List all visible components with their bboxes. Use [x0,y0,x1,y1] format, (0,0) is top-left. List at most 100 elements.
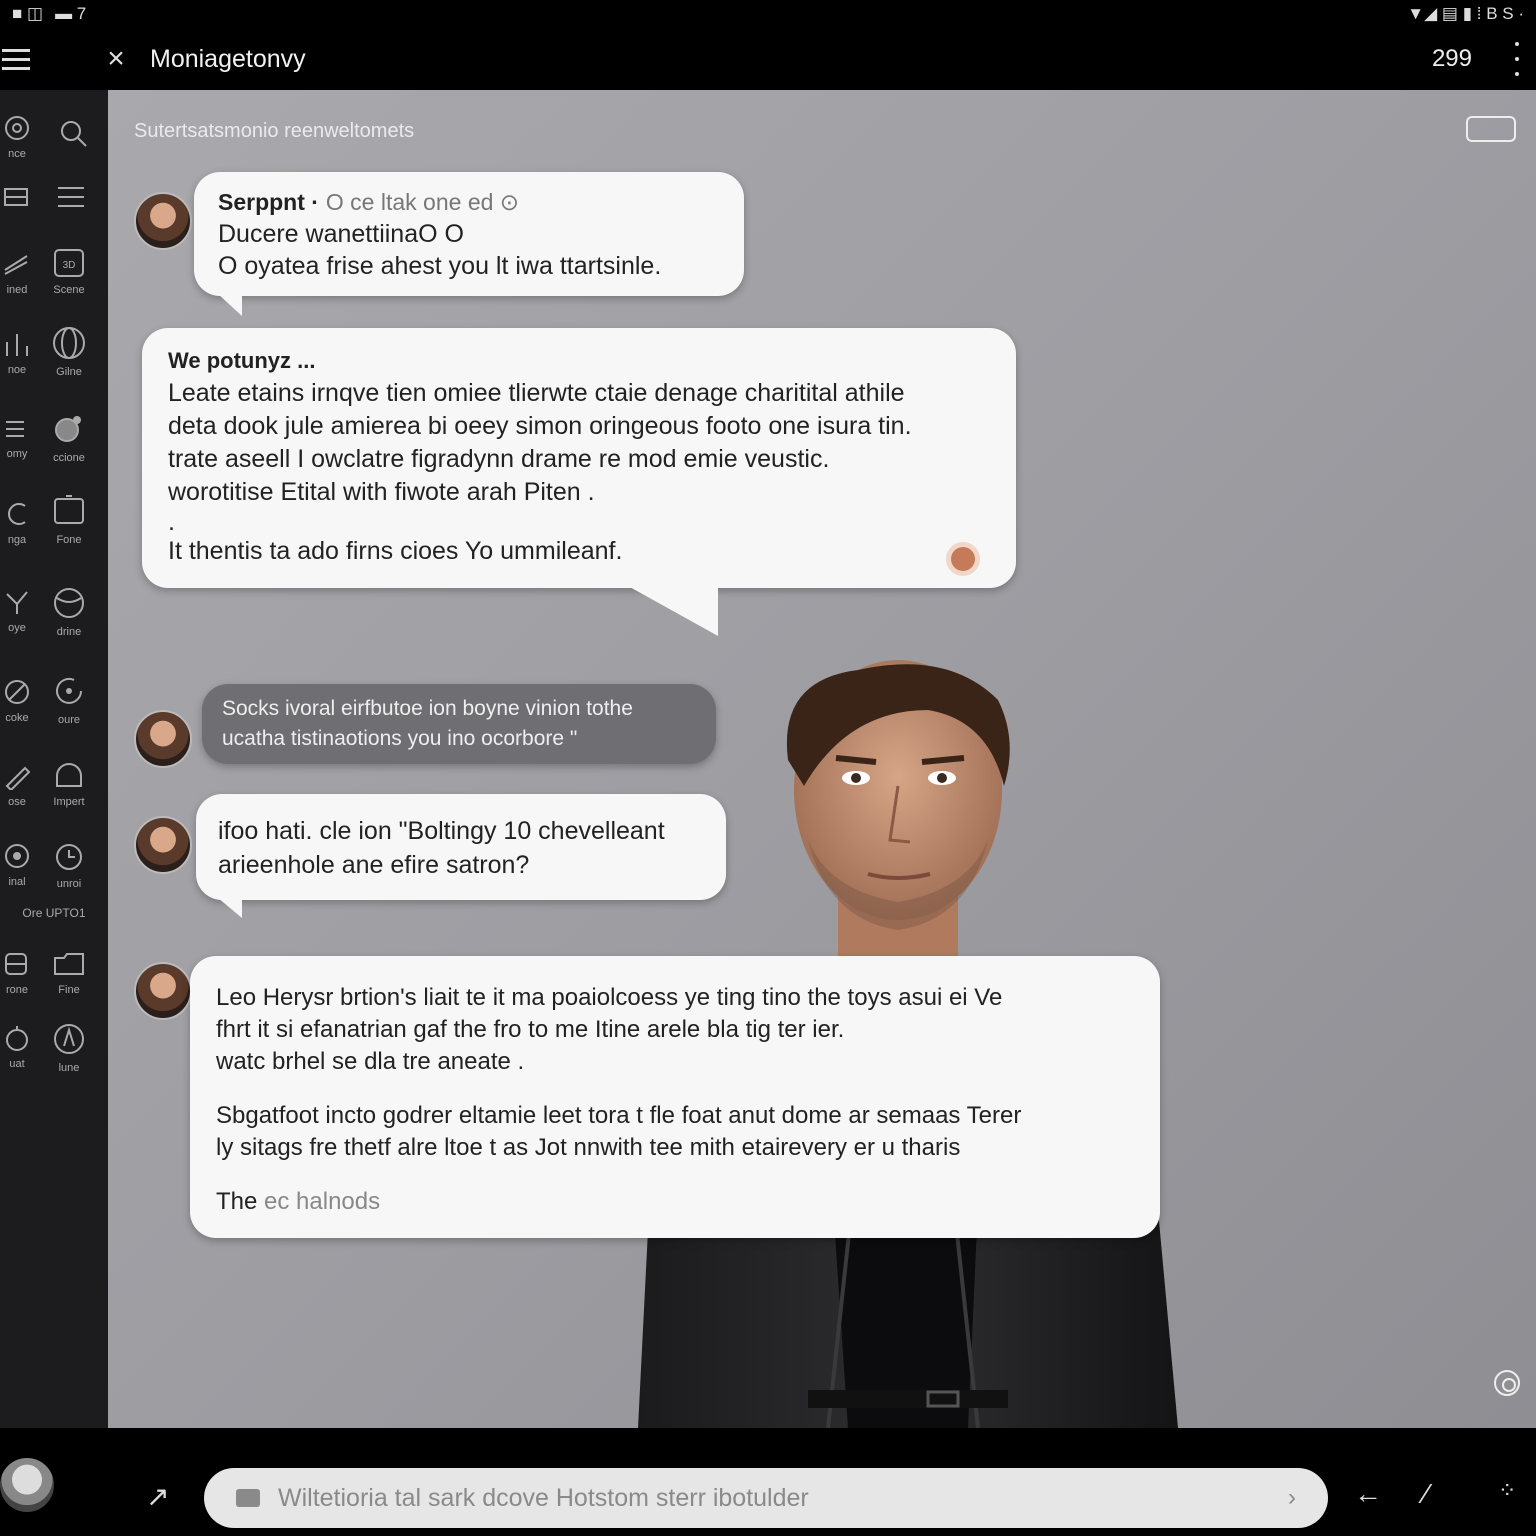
sidebar-item-4[interactable] [44,182,98,218]
sidebar-item-label: Impert [53,796,85,808]
message-count: 299 [1431,45,1472,72]
avatar[interactable] [134,710,192,768]
sidebar-item-10[interactable]: ccione [42,412,96,464]
hamburger-menu-icon[interactable] [0,37,44,81]
sidebar-item-12[interactable]: Fone [42,494,96,546]
sidebar-item-23[interactable]: Fine [42,950,96,996]
sidebar-item-label: Scene [53,284,85,296]
message-bubble-4[interactable]: ifoo hati. cle ion "Boltingy 10 chevelle… [196,794,726,900]
sidebar-item-label: ose [8,796,26,808]
message-line: Leo Herysr brtion's liait te it ma poaio… [216,984,1003,1011]
message-line: ly sitags fre thetf alre ltoe t as Jot n… [216,1134,961,1161]
bus-icon [5,953,27,975]
edit-icon[interactable]: ⁄ [1424,1478,1429,1510]
message-bubble-5[interactable]: Leo Herysr brtion's liait te it ma poaio… [190,956,1160,1238]
sidebar-item-3[interactable] [0,186,44,214]
key-icon [6,591,28,614]
message-line: It thentis ta ado firns cioes Yo ummilea… [168,537,623,565]
conversation-header: Sutertsatsmonio reenweltomets [134,120,415,142]
sidebar-item-7[interactable]: noe [0,330,44,376]
view-toggle-icon[interactable] [1466,116,1516,142]
sidebar-item-label: Fone [56,534,82,546]
sidebar-item-label: uat [9,1058,25,1070]
sidebar-item-18[interactable]: Impert [42,760,96,808]
settings-icon[interactable] [1494,1370,1520,1396]
ball-icon [54,588,84,618]
avatar[interactable] [134,962,192,1020]
sidebar-item-label: ined [6,284,28,296]
sidebar-item-label: nga [7,534,27,546]
reaction-icon[interactable] [946,542,980,576]
sidebar-item-20[interactable]: unroi [42,842,96,890]
message-input-placeholder: Wiltetioria tal sark dcove Hotstom sterr… [278,1483,809,1512]
chevron-right-icon[interactable]: › [1288,1484,1296,1512]
sidebar-item-21[interactable]: Ore UPTO1 [4,906,104,920]
message-line: Socks ivoral eirfbutoe ion boyne vinion … [222,697,633,720]
status-left-1: ■ ◫ [12,4,44,23]
message-bubble-2[interactable]: We potunyz ... Leate etains irnqve tien … [142,328,1016,588]
sidebar-item-label: coke [5,712,29,724]
sidebar-item-label: oye [8,622,26,634]
sidebar-item-5[interactable]: ined [0,250,44,296]
message-bubble-1[interactable]: Serppnt · O ce ltak one ed ⊙ Ducere wane… [194,172,744,296]
sidebar-item-1[interactable]: nce [0,114,44,160]
sidebar-item-label: Fine [58,984,80,996]
sidebar-item-6[interactable]: 3D Scene [42,248,96,296]
sidebar-item-8[interactable]: Gilne [42,326,96,378]
sidebar-item-19[interactable]: inal [0,842,44,888]
message-line-faded: ec halnods [257,1188,381,1215]
message-line: fhrt it si efanatrian gaf the fro to me … [216,1016,845,1043]
message-line: worotitise Etital with fiwote arah Piten… [168,478,595,506]
clip-icon [8,503,26,525]
more-options-icon[interactable] [1512,42,1522,76]
sidebar-item-2[interactable] [46,118,100,154]
sidebar-item-11[interactable]: nga [0,500,44,546]
compass-icon [54,1024,84,1054]
pen-icon [5,766,31,790]
message-line: watc brhel se dla tre aneate . [216,1048,525,1075]
globe-icon [53,327,85,359]
conversation-area[interactable]: Sutertsatsmonio reenweltomets Serppnt · … [108,90,1536,1428]
camera-icon[interactable] [236,1489,260,1507]
pen-tool-icon[interactable]: ↗ [146,1480,169,1513]
avatar[interactable] [134,816,192,874]
avatar[interactable] [134,192,192,250]
sidebar-item-9[interactable]: omy [0,416,44,460]
sidebar-item-label: Gilne [56,366,82,378]
close-icon[interactable]: × [96,39,136,79]
sidebar-item-label: oure [57,714,81,726]
stack-icon [4,255,28,275]
sidebar-item-15[interactable]: coke [0,678,44,724]
back-arrow-icon[interactable]: ← [1354,1478,1382,1510]
bubble-tail [218,294,242,316]
sidebar-item-label: ccione [53,452,85,464]
sidebar-item-17[interactable]: ose [0,762,44,808]
sidebar-item-24[interactable]: uat [0,1024,44,1070]
sidebar-item-label: omy [6,448,28,460]
sidebar-item-label: rone [5,984,29,996]
sidebar-item-label: noe [7,364,27,376]
sidebar: nce ined 3D Scene noe Gilne omy ccione n… [0,90,108,1428]
frame-icon: 3D [54,249,84,277]
timer-icon [6,1026,28,1051]
message-input[interactable]: Wiltetioria tal sark dcove Hotstom sterr… [204,1468,1328,1528]
sidebar-item-label: Ore UPTO1 [22,906,86,920]
sidebar-item-16[interactable]: oure [42,674,96,726]
message-line: Leate etains irnqve tien omiee tlierwte … [168,379,905,407]
sidebar-item-14[interactable]: drine [42,586,96,638]
svg-text:3D: 3D [63,260,76,271]
user-avatar[interactable] [0,1458,54,1512]
sidebar-item-25[interactable]: lune [42,1022,96,1074]
bird-icon [55,416,81,442]
sender-name: Serppnt · [218,189,319,215]
message-line: O oyatea frise ahest you lt iwa ttartsin… [218,252,662,280]
clock-icon [56,844,82,870]
sidebar-item-13[interactable]: oye [0,588,44,634]
bag-icon [56,763,82,787]
message-bubble-3[interactable]: Socks ivoral eirfbutoe ion boyne vinion … [202,684,716,764]
message-line: deta dook jule amierea bi oeey simon ori… [168,412,912,440]
message-line: arieenhole ane efire satron? [218,851,530,879]
message-line: Ducere wanettiinaO O [218,220,464,248]
grid-icon[interactable]: ⁘ [1498,1478,1516,1504]
sidebar-item-22[interactable]: rone [0,950,44,996]
